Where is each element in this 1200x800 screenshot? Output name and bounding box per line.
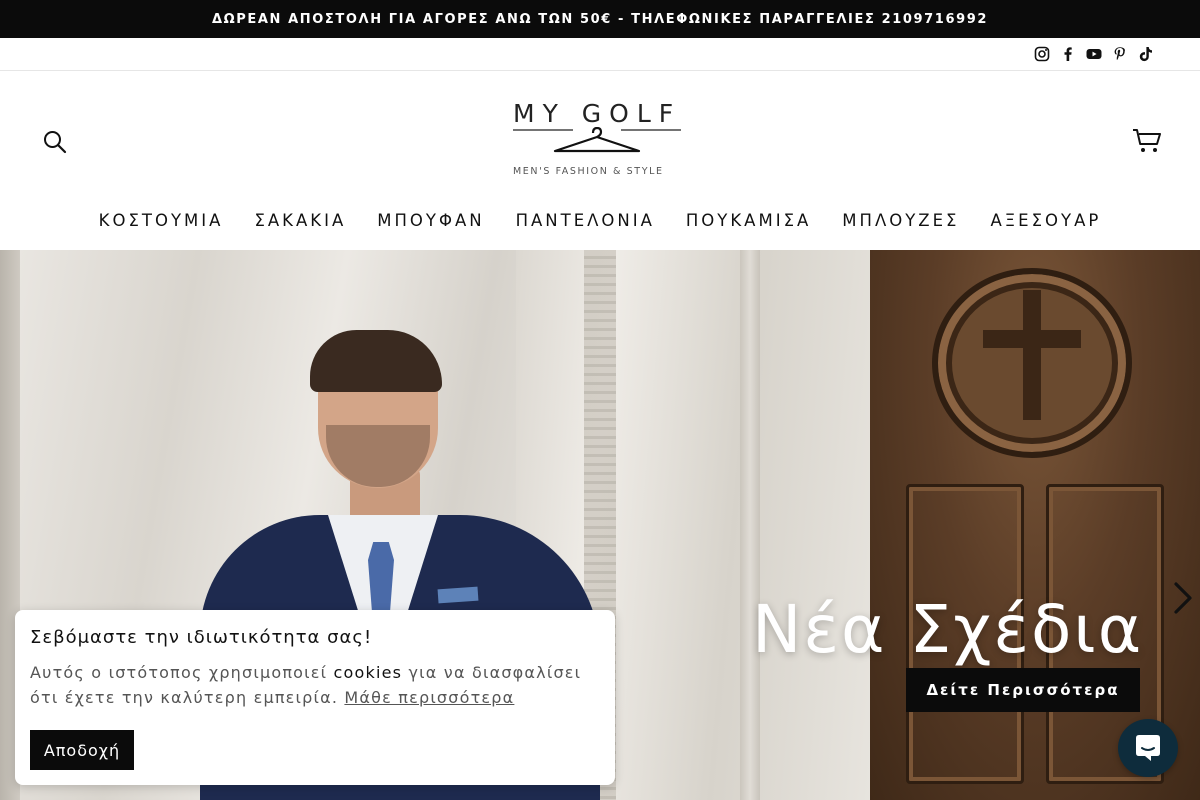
hanger-icon <box>513 127 681 153</box>
nav-item-tops[interactable]: ΜΠΛΟΥΖΕΣ <box>842 207 959 235</box>
tiktok-icon[interactable] <box>1138 46 1154 62</box>
see-more-button[interactable]: Δείτε Περισσότερα <box>906 668 1140 712</box>
site-logo[interactable]: MY GOLF MEN'S FASHION & STYLE <box>513 99 683 181</box>
main-nav: ΚΟΣΤΟΥΜΙΑ ΣΑΚΑΚΙΑ ΜΠΟΥΦΑΝ ΠΑΝΤΕΛΟΝΙΑ ΠΟΥ… <box>0 207 1200 235</box>
cookie-title: Σεβόμαστε την ιδιωτικότητα σας! <box>30 627 373 648</box>
announcement-bar: ΔΩΡΕΑΝ ΑΠΟΣΤΟΛΗ ΓΙΑ ΑΓΟΡΕΣ ΑΝΩ ΤΩΝ 50€ -… <box>0 0 1200 38</box>
cookie-text-before: Αυτός ο ιστότοπος χρησιμοποιεί <box>30 663 334 682</box>
facebook-icon[interactable] <box>1060 46 1076 62</box>
logo-tagline: MEN'S FASHION & STYLE <box>513 166 664 177</box>
cookie-banner: Σεβόμαστε την ιδιωτικότητα σας! Αυτός ο … <box>15 610 615 785</box>
site-header: MY GOLF MEN'S FASHION & STYLE ΚΟΣΤΟΥΜΙΑ … <box>0 71 1200 250</box>
nav-item-trousers[interactable]: ΠΑΝΤΕΛΟΝΙΑ <box>516 207 655 235</box>
social-links <box>0 38 1200 71</box>
nav-item-blazers[interactable]: ΣΑΚΑΚΙΑ <box>254 207 346 235</box>
chevron-right-icon[interactable] <box>1168 580 1196 616</box>
cookie-text-strong: cookies <box>333 663 403 682</box>
learn-more-link[interactable]: Μάθε περισσότερα <box>344 688 514 707</box>
search-icon[interactable] <box>42 129 68 155</box>
nav-item-jackets[interactable]: ΜΠΟΥΦΑΝ <box>377 207 484 235</box>
slide-title: Νέα Σχέδια <box>752 591 1144 668</box>
cart-icon[interactable] <box>1132 127 1162 155</box>
pinterest-icon[interactable] <box>1112 46 1128 62</box>
nav-item-shirts[interactable]: ΠΟΥΚΑΜΙΣΑ <box>686 207 811 235</box>
cookie-message: Αυτός ο ιστότοπος χρησιμοποιεί cookies γ… <box>30 660 590 710</box>
nav-item-suits[interactable]: ΚΟΣΤΟΥΜΙΑ <box>99 207 224 235</box>
nav-item-accessories[interactable]: ΑΞΕΣΟΥΑΡ <box>990 207 1101 235</box>
youtube-icon[interactable] <box>1086 46 1102 62</box>
chat-icon[interactable] <box>1118 719 1178 777</box>
accept-cookies-button[interactable]: Αποδοχή <box>30 730 134 770</box>
instagram-icon[interactable] <box>1034 46 1050 62</box>
logo-title: MY GOLF <box>513 99 682 128</box>
announcement-text: ΔΩΡΕΑΝ ΑΠΟΣΤΟΛΗ ΓΙΑ ΑΓΟΡΕΣ ΑΝΩ ΤΩΝ 50€ -… <box>211 11 989 27</box>
